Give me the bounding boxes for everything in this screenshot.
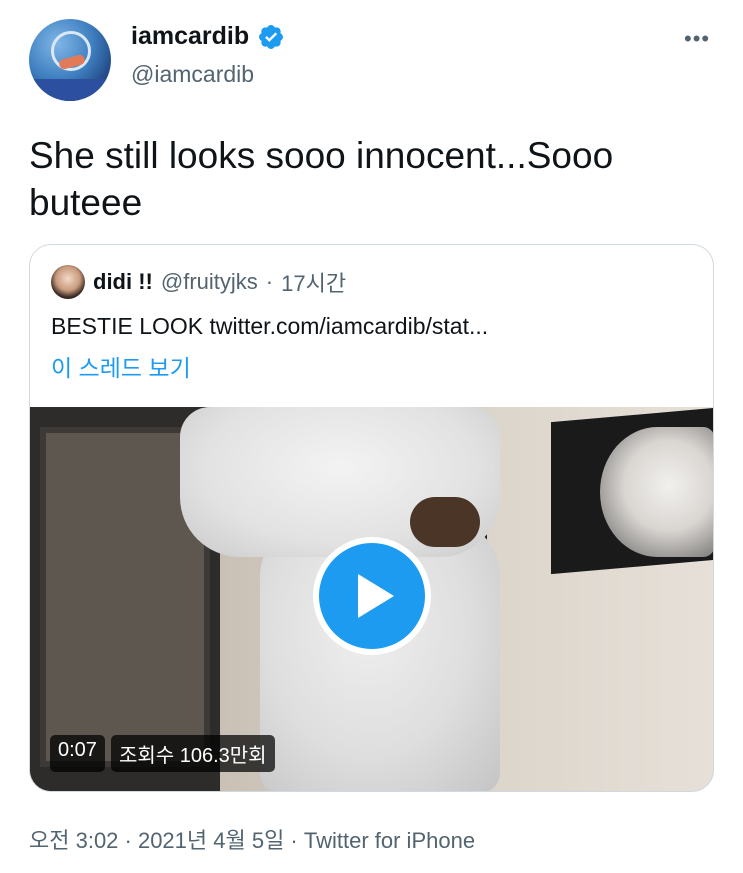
quoted-tweet-text: BESTIE LOOK twitter.com/iamcardib/stat..… bbox=[51, 313, 489, 339]
video-player[interactable]: 0:07 조회수 106.3만회 bbox=[30, 407, 713, 791]
quoted-author-name[interactable]: didi !! bbox=[93, 269, 153, 295]
video-hands-shape bbox=[410, 497, 480, 547]
author-avatar[interactable] bbox=[29, 19, 111, 101]
video-info-badges: 0:07 조회수 106.3만회 bbox=[50, 735, 275, 772]
show-thread-link[interactable]: 이 스레드 보기 bbox=[51, 349, 191, 383]
tweet-text: She still looks sooo innocent...Sooo but… bbox=[29, 135, 614, 223]
avatar-ground-shape bbox=[29, 79, 111, 101]
quoted-author-handle[interactable]: @fruityjks bbox=[161, 269, 258, 295]
video-duration: 0:07 bbox=[50, 735, 105, 772]
video-view-count: 조회수 106.3만회 bbox=[110, 735, 275, 772]
tweet-timestamp-footer[interactable]: 오전 3:02 · 2021년 4월 5일 · Twitter for iPho… bbox=[29, 823, 475, 855]
verified-badge-icon bbox=[259, 24, 284, 49]
quoted-author-avatar[interactable] bbox=[51, 265, 85, 299]
quoted-tweet-header: didi !! @fruityjks · 17시간 bbox=[51, 265, 346, 299]
author-name-row: iamcardib bbox=[131, 22, 285, 51]
quoted-tweet-card[interactable]: didi !! @fruityjks · 17시간 BESTIE LOOK tw… bbox=[29, 244, 714, 792]
author-display-name[interactable]: iamcardib bbox=[131, 22, 249, 51]
play-button[interactable] bbox=[313, 537, 431, 655]
quoted-separator: · bbox=[265, 269, 274, 294]
more-options-icon[interactable]: ••• bbox=[684, 26, 710, 52]
quoted-timestamp[interactable]: 17시간 bbox=[281, 266, 346, 298]
play-icon bbox=[358, 574, 394, 618]
video-portrait-shape bbox=[600, 427, 713, 557]
author-handle[interactable]: @iamcardib bbox=[131, 61, 254, 88]
